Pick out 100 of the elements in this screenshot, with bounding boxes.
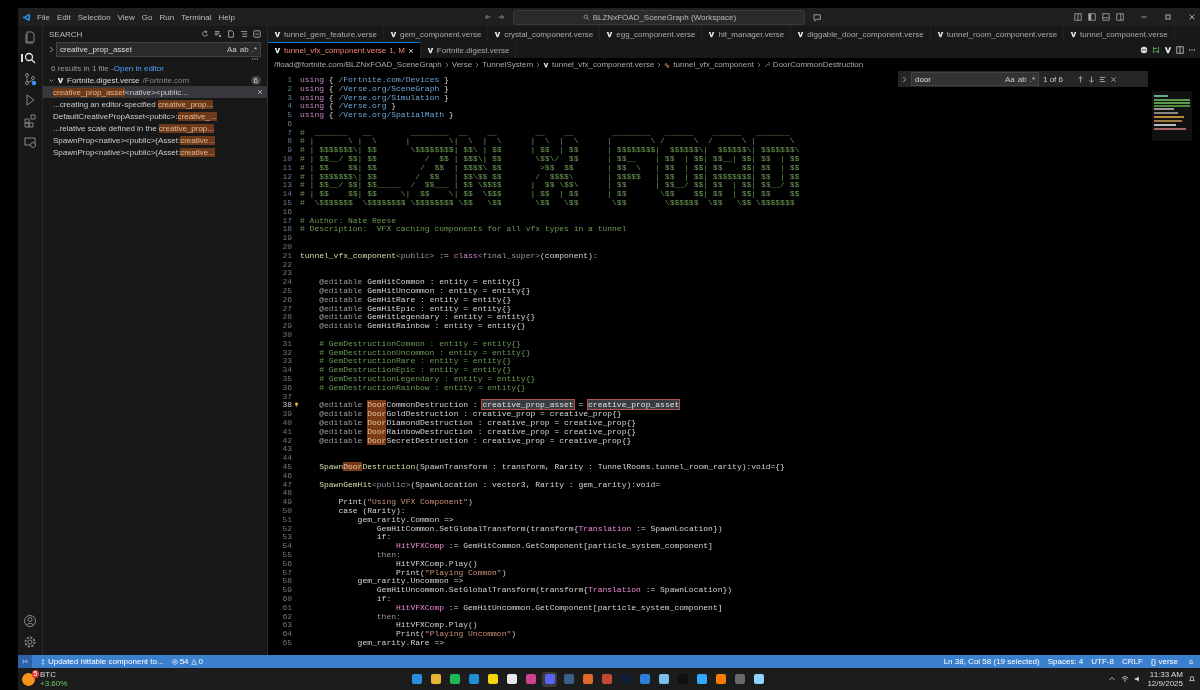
line-number: 59 xyxy=(281,585,292,595)
arrow-down-icon[interactable] xyxy=(1088,75,1095,83)
copilot-icon[interactable] xyxy=(1140,46,1148,54)
remote-icon[interactable] xyxy=(23,135,37,149)
menu-item[interactable]: Help xyxy=(218,12,235,22)
clear-results-icon[interactable] xyxy=(214,30,222,38)
taskbar-app-icon[interactable] xyxy=(485,671,501,687)
collapse-all-icon[interactable] xyxy=(253,30,261,38)
new-search-icon[interactable] xyxy=(227,30,235,38)
find-option[interactable]: ab xyxy=(1017,74,1027,84)
code-line: # | \ | \ | \| \ | \ | \ | \ | \ / \ / \ | \ xyxy=(300,136,795,146)
search-result[interactable]: SpawnProp<native><public>(Asset:creative... xyxy=(43,146,267,158)
find-field[interactable]: door Aa ab .* xyxy=(911,72,1039,86)
remote-icon[interactable] xyxy=(18,655,32,668)
verse-icon[interactable] xyxy=(1164,46,1172,54)
search-result[interactable]: ...relative scale defined in the creative_prop... xyxy=(43,122,267,134)
compare-icon[interactable] xyxy=(1152,46,1160,54)
problems-indicator[interactable]: 54 0 xyxy=(171,657,203,666)
search-result[interactable]: ...creating an editor-specified creative_prop... xyxy=(43,98,267,110)
editor-tab[interactable]: tunnel_vfx_component.verse 1, M xyxy=(268,42,421,58)
chevron-right-icon[interactable] xyxy=(49,46,54,53)
find-option[interactable]: Aa xyxy=(1004,74,1015,84)
taskbar-app-icon[interactable] xyxy=(428,671,444,687)
back-arrow-icon[interactable] xyxy=(484,13,493,21)
account-icon[interactable] xyxy=(23,614,37,628)
breadcrumb-item[interactable]: DoorCommonDestruction xyxy=(772,60,864,69)
breadcrumb-item[interactable]: tunnel_vfx_component xyxy=(673,60,754,69)
split-icon[interactable] xyxy=(1116,13,1124,21)
status-item[interactable]: Ln 38, Col 58 (19 selected) xyxy=(943,657,1040,666)
run-icon[interactable] xyxy=(23,93,37,107)
arrow-up-icon[interactable] xyxy=(1077,75,1084,83)
menu-item[interactable]: Run xyxy=(159,12,175,22)
settings-icon[interactable] xyxy=(23,635,37,649)
restore-icon[interactable] xyxy=(1164,13,1172,21)
find-in-selection-icon[interactable] xyxy=(1099,75,1106,83)
editor-tab[interactable]: tunnel_room_component.verse xyxy=(930,26,1065,42)
code-line: SpawnDoorDestruction(SpawnTransform : transform, Rarity : TunnelRooms.tunnel_room_rarity):void={} xyxy=(318,461,785,471)
more-icon[interactable] xyxy=(1188,46,1196,54)
taskbar-app-icon[interactable] xyxy=(656,671,672,687)
split-editor-icon[interactable] xyxy=(1176,46,1184,54)
forward-arrow-icon[interactable] xyxy=(497,13,506,21)
notification-icon[interactable] xyxy=(1188,675,1196,683)
view-as-tree-icon[interactable] xyxy=(240,30,248,38)
layout-icon[interactable] xyxy=(1074,13,1082,21)
taskbar-app-icon[interactable] xyxy=(447,671,463,687)
search-result[interactable]: SpawnProp<native><public>(Asset:creative... xyxy=(43,134,267,146)
menu-item[interactable]: Terminal xyxy=(181,12,212,22)
chevron-up-icon[interactable] xyxy=(1108,675,1117,683)
status-item[interactable]: Spaces: 4 xyxy=(1047,657,1084,666)
source-control-icon[interactable] xyxy=(23,72,37,86)
line-number: 25 xyxy=(281,286,292,296)
taskbar-app-icon[interactable] xyxy=(504,671,520,687)
menu-item[interactable]: Go xyxy=(141,12,153,22)
editor-tab[interactable]: egg_component.verse xyxy=(600,26,703,42)
panel-toggle-icon[interactable] xyxy=(1102,13,1110,21)
search-option[interactable]: Aa xyxy=(226,45,237,54)
wifi-icon[interactable] xyxy=(1121,675,1130,683)
editor-tab[interactable]: crystal_component.verse xyxy=(488,26,601,42)
editor-tab[interactable]: Fortnite.digest.verse xyxy=(420,42,517,58)
menu-item[interactable]: Selection xyxy=(77,12,111,22)
clock-date[interactable]: 12/9/2025 xyxy=(1147,679,1183,688)
breadcrumb-item[interactable]: /fload@fortnite.com/BLZNxFOAD_SceneGraph xyxy=(274,60,442,69)
more-icon[interactable] xyxy=(251,57,259,61)
breadcrumb-item[interactable]: tunnel_vfx_component.verse xyxy=(552,60,655,69)
find-option[interactable]: .* xyxy=(1029,74,1035,84)
sidebar-toggle-icon[interactable] xyxy=(1088,13,1096,21)
files-icon[interactable] xyxy=(23,30,37,44)
clock-time[interactable]: 11:33 AM xyxy=(1149,670,1183,679)
lightbulb-icon[interactable] xyxy=(293,402,299,408)
search-field[interactable]: creative_prop_asset Aa ab .* xyxy=(56,42,261,57)
close-icon[interactable] xyxy=(1110,75,1117,83)
dismiss-icon[interactable] xyxy=(257,89,263,95)
taskbar-app-icon[interactable] xyxy=(713,671,729,687)
file-name[interactable]: Fortnite.digest.verse xyxy=(67,75,140,85)
status-item[interactable]: UTF-8 xyxy=(1091,657,1114,666)
refresh-icon[interactable] xyxy=(201,30,209,38)
menu-item[interactable]: Edit xyxy=(56,12,71,22)
status-item[interactable]: CRLF xyxy=(1121,657,1143,666)
breadcrumb-item[interactable]: TunnelSystem xyxy=(482,60,534,69)
close-icon[interactable] xyxy=(1188,13,1196,21)
editor-tab[interactable]: hit_manager.verse xyxy=(702,26,792,42)
search-option[interactable]: .* xyxy=(251,45,257,54)
taskbar-app-icon[interactable] xyxy=(751,671,767,687)
search-option[interactable]: ab xyxy=(239,45,249,54)
menu-item[interactable]: File xyxy=(37,12,50,22)
search-result[interactable]: creative_prop_asset<native><public... xyxy=(43,86,267,98)
taskbar-app-icon[interactable] xyxy=(694,671,710,687)
editor-tab[interactable]: diggable_door_component.verse xyxy=(791,26,931,42)
extensions-icon[interactable] xyxy=(23,114,37,128)
menu-item[interactable]: View xyxy=(117,12,135,22)
search-result[interactable]: DefaultCreativePropAsset<public>:creative_... xyxy=(43,110,267,122)
status-item[interactable]: {} verse xyxy=(1150,657,1178,666)
command-center[interactable]: BLZNxFOAD_SceneGraph (Workspace) xyxy=(513,9,806,25)
minimize-icon[interactable] xyxy=(1140,13,1148,21)
status-message[interactable]: Updated hittable component to... xyxy=(40,657,164,666)
chevron-right-icon[interactable] xyxy=(902,75,907,83)
search-icon[interactable] xyxy=(23,51,37,65)
breadcrumb-item[interactable]: Verse xyxy=(451,60,473,69)
editor-tab[interactable]: tunnel_component.verse xyxy=(1064,26,1175,42)
line-number: 62 xyxy=(281,611,292,621)
